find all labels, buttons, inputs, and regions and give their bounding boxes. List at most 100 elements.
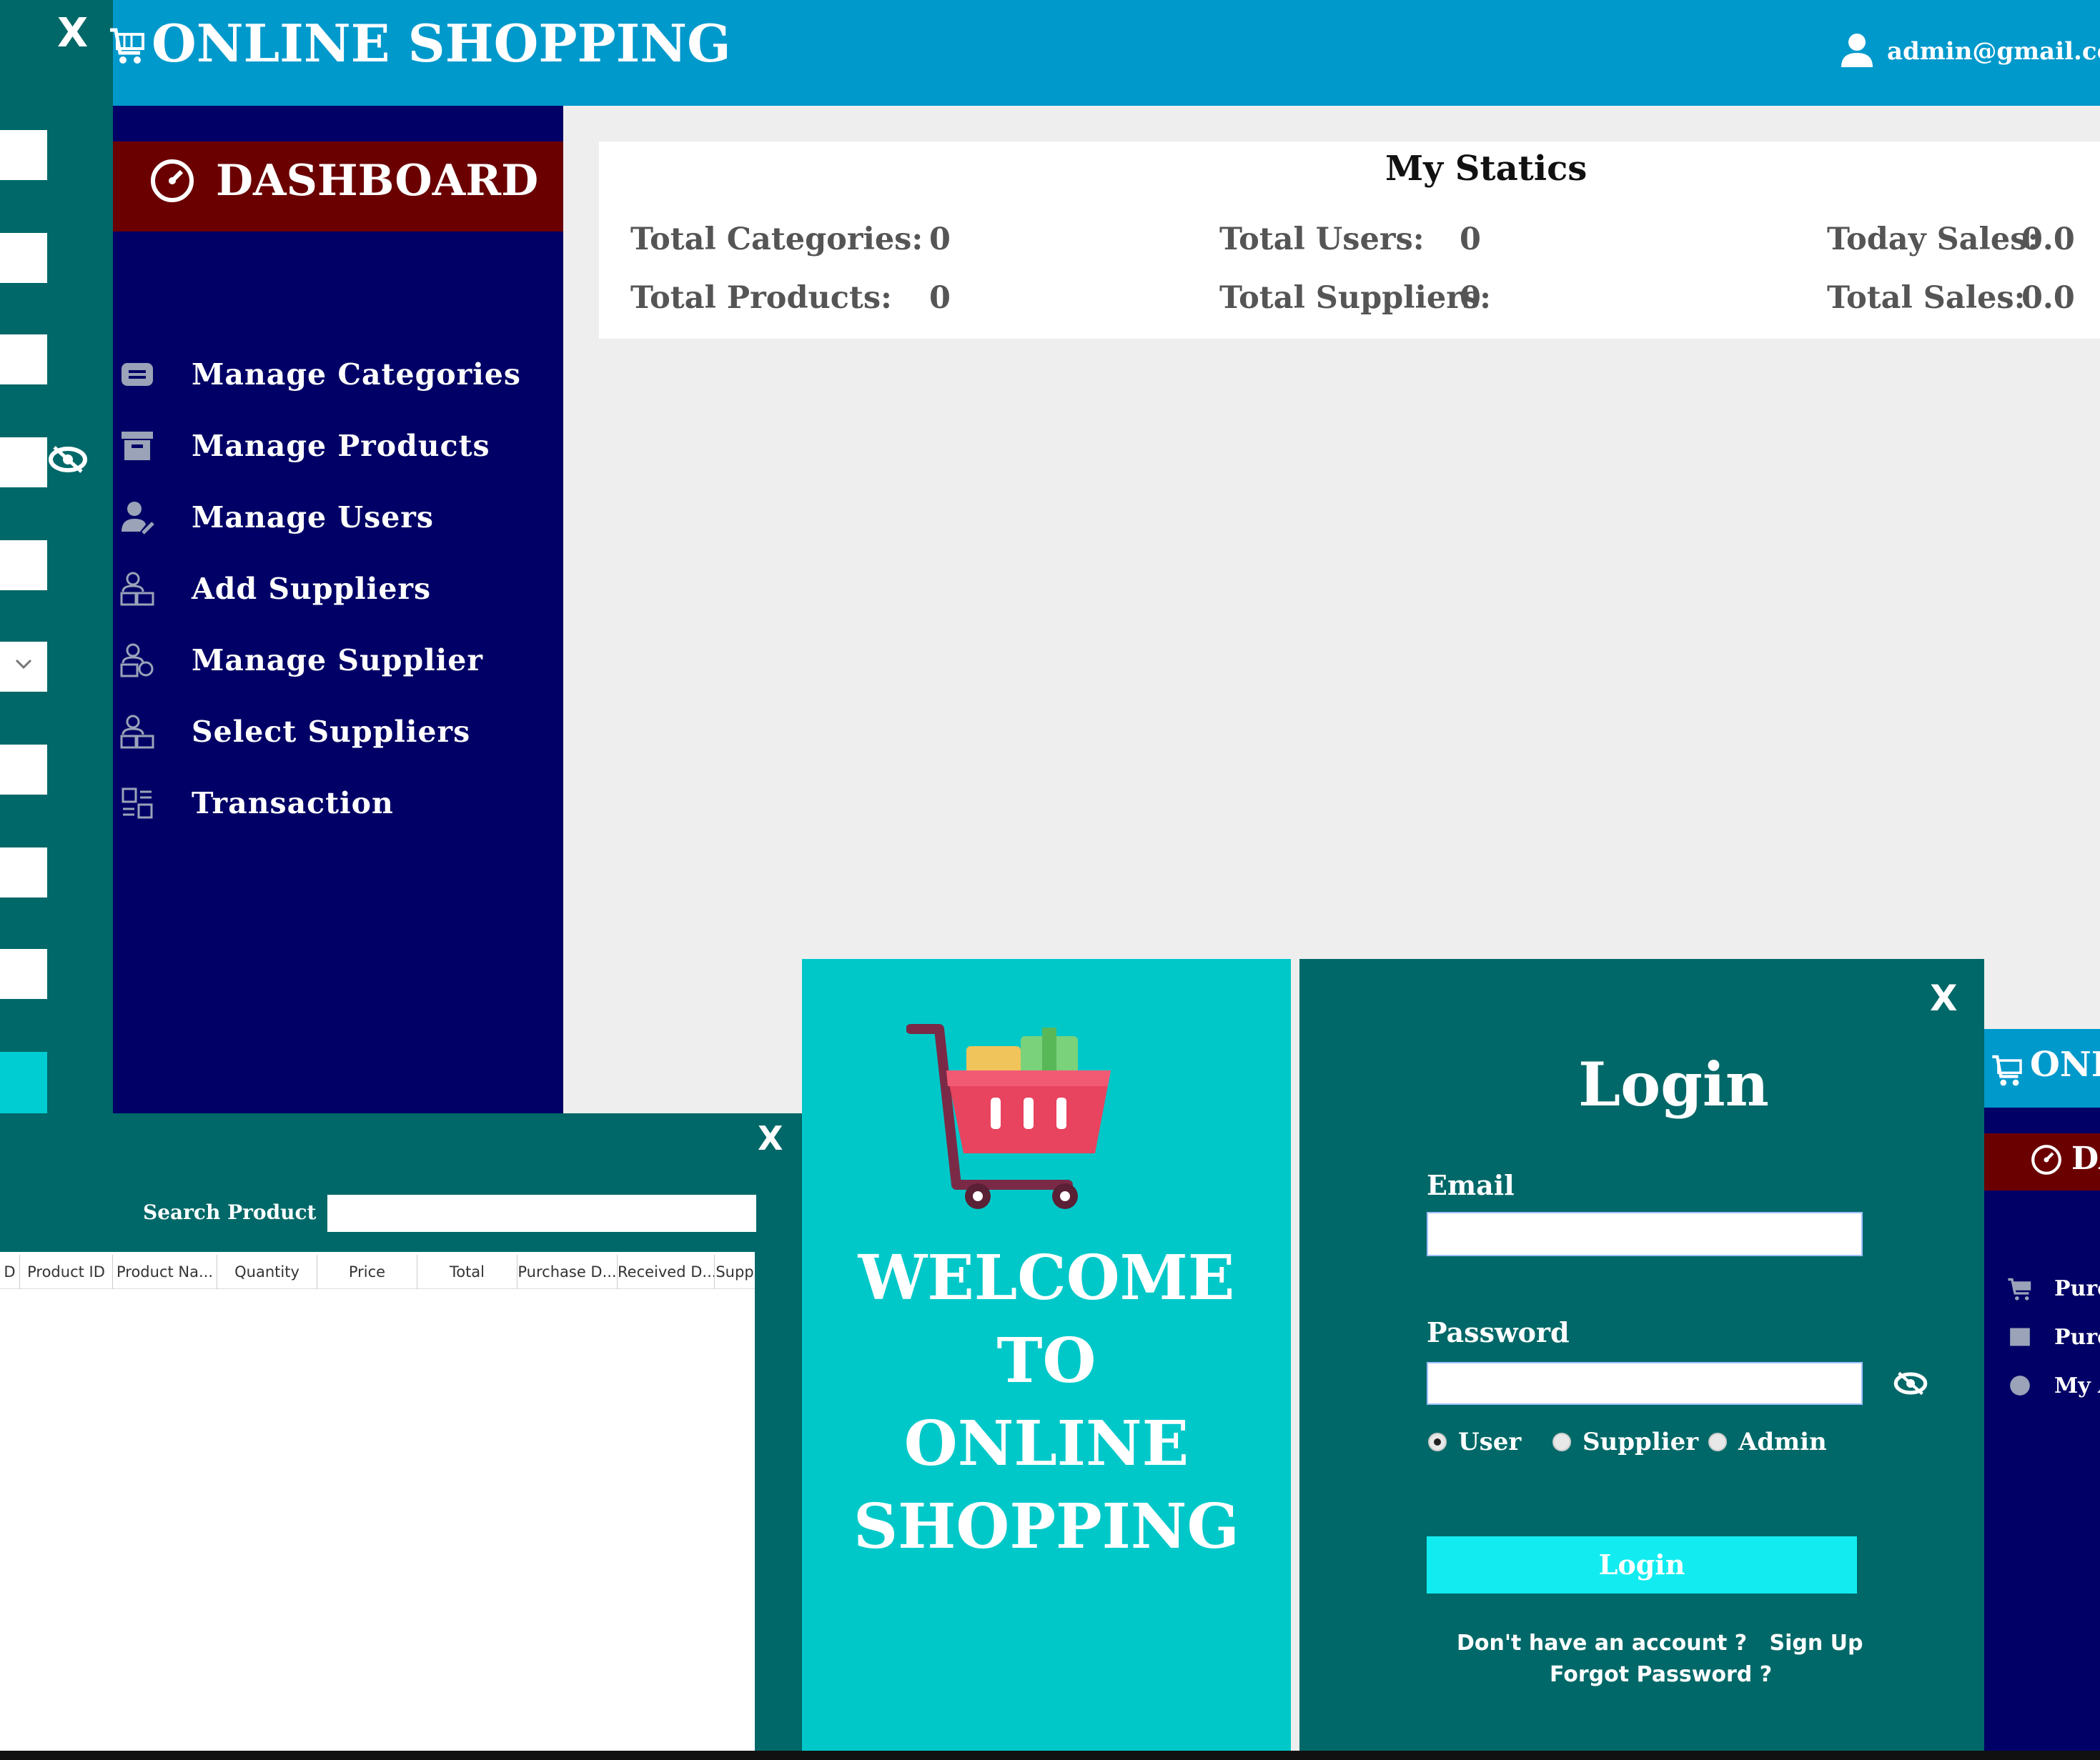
column-header[interactable]: Product ID bbox=[20, 1255, 113, 1289]
sidebar-item-select-suppliers[interactable]: Select Suppliers bbox=[114, 702, 558, 759]
user-email: admin@gmail.com bbox=[1887, 37, 2100, 66]
archive-box-icon bbox=[119, 427, 156, 464]
welcome-line: WELCOME bbox=[858, 1242, 1235, 1314]
sidebar-item-add-suppliers[interactable]: Add Suppliers bbox=[114, 559, 558, 616]
role-label: User bbox=[1458, 1428, 1522, 1456]
today-sales-value: 0.0 bbox=[2021, 222, 2075, 257]
left-window-close-button[interactable]: X bbox=[57, 10, 88, 56]
right-window-title: ONL bbox=[2030, 1045, 2100, 1085]
total-suppliers-label: Total Suppliers: bbox=[1219, 280, 1491, 316]
supplier-select-icon bbox=[119, 713, 156, 750]
column-header[interactable]: Quantity bbox=[217, 1255, 317, 1289]
search-product-label: Search Product bbox=[143, 1200, 317, 1224]
cart-icon bbox=[1990, 1052, 2024, 1088]
left-form-field-7[interactable] bbox=[0, 847, 47, 898]
sidebar-item-label: Manage Categories bbox=[192, 357, 521, 392]
transaction-icon bbox=[119, 785, 156, 822]
right-sidebar-label: Purc bbox=[2054, 1324, 2100, 1350]
radio-unselected-icon bbox=[1552, 1433, 1571, 1451]
total-sales-label: Total Sales: bbox=[1827, 280, 2026, 316]
cart-icon bbox=[109, 24, 146, 66]
column-header[interactable]: Product Na... bbox=[113, 1255, 217, 1289]
right-sidebar-item-my-account[interactable]: My A bbox=[2007, 1368, 2100, 1403]
signup-link[interactable]: Sign Up bbox=[1770, 1631, 1863, 1656]
shopping-cart-illustration bbox=[906, 1020, 1121, 1213]
welcome-line: SHOPPING bbox=[853, 1491, 1239, 1563]
left-form-field-8[interactable] bbox=[0, 949, 47, 999]
email-field[interactable] bbox=[1427, 1212, 1863, 1256]
gauge-icon bbox=[149, 157, 196, 204]
purchase-table[interactable] bbox=[0, 1252, 755, 1760]
password-label: Password bbox=[1427, 1316, 1570, 1348]
login-title: Login bbox=[1578, 1049, 1769, 1120]
sidebar-item-manage-supplier[interactable]: Manage Supplier bbox=[114, 630, 558, 687]
left-form-field-1[interactable] bbox=[0, 130, 47, 180]
cart-icon bbox=[2007, 1276, 2033, 1301]
forgot-password-link[interactable]: Forgot Password ? bbox=[1550, 1662, 1772, 1687]
supplier-manage-icon bbox=[119, 642, 156, 679]
sidebar-item-label: Manage Supplier bbox=[192, 643, 483, 677]
sidebar-item-label: Select Suppliers bbox=[192, 715, 471, 749]
sidebar-item-manage-users[interactable]: Manage Users bbox=[114, 487, 558, 545]
column-header[interactable]: D bbox=[0, 1255, 20, 1289]
left-form-field-6[interactable] bbox=[0, 745, 47, 795]
right-sidebar-label: Purc bbox=[2054, 1276, 2100, 1301]
welcome-line: ONLINE bbox=[903, 1408, 1189, 1480]
total-users-value: 0 bbox=[1460, 222, 1481, 257]
total-categories-value: 0 bbox=[929, 222, 951, 257]
login-button[interactable]: Login bbox=[1427, 1536, 1857, 1594]
categories-icon bbox=[119, 356, 156, 393]
total-sales-value: 0.0 bbox=[2021, 280, 2075, 316]
eye-slash-icon[interactable] bbox=[1893, 1368, 1928, 1399]
taskbar-edge bbox=[0, 1751, 2100, 1760]
stats-title: My Statics bbox=[1385, 149, 1588, 189]
today-sales-label: Today Sales: bbox=[1827, 222, 2039, 257]
sidebar-item-label: Transaction bbox=[192, 786, 394, 820]
role-radio-user[interactable]: User bbox=[1428, 1426, 1521, 1458]
total-suppliers-value: 0 bbox=[1460, 280, 1481, 316]
left-dropdown[interactable] bbox=[0, 642, 47, 692]
sidebar-item-label: Manage Users bbox=[192, 500, 434, 535]
left-form-field-5[interactable] bbox=[0, 540, 47, 590]
sidebar-item-label: Manage Products bbox=[192, 429, 490, 463]
gauge-icon bbox=[2030, 1143, 2063, 1176]
signup-line: Don't have an account ? Sign Up bbox=[1457, 1631, 1863, 1656]
password-field[interactable] bbox=[1427, 1362, 1863, 1405]
chevron-down-icon bbox=[14, 657, 33, 670]
column-header[interactable]: Received D... bbox=[618, 1255, 715, 1289]
column-header[interactable]: Purchase D... bbox=[517, 1255, 618, 1289]
left-form-field-2[interactable] bbox=[0, 233, 47, 283]
total-products-value: 0 bbox=[929, 280, 951, 316]
login-close-button[interactable]: X bbox=[1930, 978, 1958, 1019]
total-users-label: Total Users: bbox=[1219, 222, 1425, 257]
left-form-field-3[interactable] bbox=[0, 334, 47, 384]
column-header[interactable]: Supp bbox=[715, 1255, 755, 1289]
app-title: ONLINE SHOPPING bbox=[152, 13, 731, 74]
total-products-label: Total Products: bbox=[630, 280, 892, 316]
role-radio-admin[interactable]: Admin bbox=[1708, 1426, 1827, 1458]
email-label: Email bbox=[1427, 1169, 1515, 1201]
left-action-button[interactable] bbox=[0, 1052, 47, 1113]
right-sidebar-item-purchase[interactable]: Purc bbox=[2007, 1271, 2100, 1306]
total-categories-label: Total Categories: bbox=[630, 222, 923, 257]
right-sidebar-item-purchases[interactable]: Purc bbox=[2007, 1319, 2100, 1355]
sidebar-item-manage-products[interactable]: Manage Products bbox=[114, 416, 558, 473]
column-header[interactable]: Price bbox=[317, 1255, 417, 1289]
supplier-add-icon bbox=[119, 570, 156, 607]
column-header[interactable]: Total bbox=[417, 1255, 517, 1289]
welcome-line: TO bbox=[996, 1325, 1096, 1397]
user-edit-icon bbox=[119, 499, 156, 536]
role-radio-supplier[interactable]: Supplier bbox=[1552, 1426, 1698, 1458]
purchase-window-close-button[interactable]: X bbox=[758, 1119, 783, 1158]
sidebar-item-transaction[interactable]: Transaction bbox=[114, 773, 558, 830]
sidebar-item-manage-categories[interactable]: Manage Categories bbox=[114, 344, 558, 402]
sidebar-item-label: Add Suppliers bbox=[192, 572, 432, 606]
right-dashboard-label: DA bbox=[2071, 1140, 2100, 1177]
role-label: Supplier bbox=[1583, 1428, 1699, 1456]
left-form-field-4[interactable] bbox=[0, 437, 47, 487]
eye-slash-icon[interactable] bbox=[47, 442, 89, 477]
search-product-input[interactable] bbox=[327, 1195, 756, 1232]
user-icon bbox=[1838, 31, 1876, 69]
role-label: Admin bbox=[1738, 1428, 1827, 1456]
circle-icon bbox=[2007, 1373, 2033, 1398]
